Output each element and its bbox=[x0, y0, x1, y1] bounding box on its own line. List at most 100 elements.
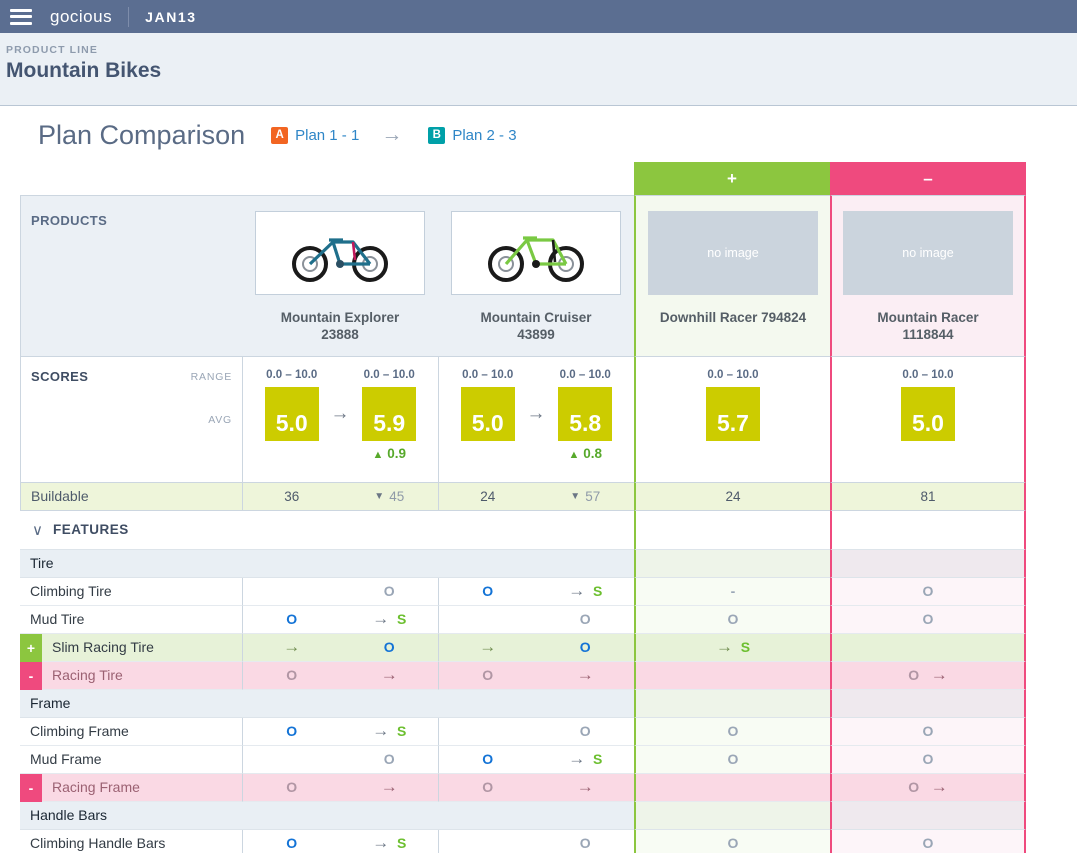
features-header-plan-1 bbox=[438, 510, 634, 550]
feature-plan-cell-1: → O bbox=[438, 633, 634, 662]
feature-marker-after: → bbox=[576, 665, 594, 685]
no-image-text: no image bbox=[902, 246, 954, 260]
feature-product-cell-2: ○ bbox=[634, 773, 830, 802]
buildable-product-2: 24 bbox=[634, 481, 830, 511]
features-header-plan-0 bbox=[242, 510, 438, 550]
feature-row[interactable]: +Slim Racing Tire→O→O→ S○ bbox=[0, 633, 1077, 662]
score-plan-cell-0: 0.0 – 10.0 5.0 → 0.0 – 10.0 5.9 ▲ 0.9 bbox=[242, 355, 438, 482]
feature-group-product-2 bbox=[634, 801, 830, 830]
feature-marker-after: O bbox=[579, 723, 591, 740]
feature-row[interactable]: Climbing Tire O O → S-O bbox=[0, 577, 1077, 606]
features-body: Tire Climbing Tire O O → S - O Mud Tire O → S O O O +… bbox=[0, 549, 1077, 853]
plan-b-label[interactable]: Plan 2 - 3 bbox=[452, 127, 516, 144]
score-delta-1: ▲ 0.8 bbox=[568, 445, 602, 461]
feature-marker-before: O bbox=[286, 611, 298, 628]
plan-b-chip[interactable]: B Plan 2 - 3 bbox=[428, 126, 517, 144]
score-before-1: 0.0 – 10.0 5.0 bbox=[439, 357, 537, 482]
feature-group-product-2 bbox=[634, 689, 830, 718]
plan-a-chip[interactable]: A Plan 1 - 1 bbox=[271, 126, 359, 144]
plan-a-label[interactable]: Plan 1 - 1 bbox=[295, 127, 359, 144]
products-section-label: PRODUCTS bbox=[20, 195, 242, 356]
feature-product-cell-3: O bbox=[830, 745, 1026, 774]
product-thumbnail-2-placeholder: no image bbox=[648, 211, 818, 295]
bike-illustration-icon bbox=[488, 236, 584, 282]
score-range-text: 0.0 – 10.0 bbox=[462, 368, 514, 381]
feature-marker-after: O bbox=[383, 751, 395, 768]
feature-group-label: Handle Bars bbox=[20, 801, 242, 830]
feature-group-plan-1 bbox=[438, 549, 634, 578]
product-name-0: Mountain Explorer 23888 bbox=[280, 310, 400, 343]
feature-product-cell-3: O bbox=[830, 717, 1026, 746]
product-card-2[interactable]: no image Downhill Racer 794824 bbox=[634, 195, 830, 356]
feature-plan-cell-1: O bbox=[438, 829, 634, 853]
feature-group-product-3 bbox=[830, 549, 1026, 578]
row-removed-badge: - bbox=[20, 773, 42, 802]
buildable-before-1: 24 bbox=[480, 488, 496, 504]
score-plan-cell-1: 0.0 – 10.0 5.0 → 0.0 – 10.0 5.8 ▲ 0.8 bbox=[438, 355, 635, 482]
features-label: FEATURES bbox=[52, 522, 129, 538]
features-section-header[interactable]: ∨ FEATURES bbox=[0, 510, 1077, 550]
product-card-3[interactable]: no image Mountain Racer 1118844 bbox=[830, 195, 1026, 356]
feature-marker-before: O bbox=[286, 835, 298, 852]
score-value-2: 5.7 bbox=[706, 386, 760, 441]
feature-plan-cell-1: O → bbox=[438, 661, 634, 690]
plan-comparison-header: Plan Comparison A Plan 1 - 1 → B Plan 2 … bbox=[0, 106, 1077, 162]
score-product-cell-3: 0.0 – 10.0 5.0 bbox=[830, 355, 1026, 482]
feature-product-cell-3: O → bbox=[830, 661, 1026, 690]
feature-row-label: Mud Tire bbox=[20, 606, 242, 634]
feature-product-cell-2: O bbox=[634, 829, 830, 853]
feature-row-label: - Racing Frame bbox=[20, 773, 242, 802]
plan-transition-arrow-icon: → bbox=[381, 123, 403, 146]
feature-group-row: Frame bbox=[0, 689, 1077, 718]
feature-row[interactable]: -Racing FrameO→O→○O → bbox=[0, 773, 1077, 802]
product-card-1[interactable]: Mountain Cruiser 43899 bbox=[438, 195, 634, 356]
feature-marker-before: O bbox=[482, 751, 494, 768]
product-card-0[interactable]: Mountain Explorer 23888 bbox=[242, 195, 438, 356]
score-value-after-0: 5.9 bbox=[362, 386, 417, 441]
row-removed-badge: - bbox=[20, 661, 42, 690]
feature-plan-cell-0: O → S bbox=[242, 829, 438, 853]
feature-row[interactable]: Climbing Frame O → SOOO bbox=[0, 717, 1077, 746]
buildable-plan-1: 24 ▼ 57 bbox=[438, 481, 634, 511]
feature-row[interactable]: Climbing Handle Bars O → SOOO bbox=[0, 829, 1077, 853]
score-after-1: 0.0 – 10.0 5.8 ▲ 0.8 bbox=[537, 357, 635, 482]
feature-row-label: Climbing Tire bbox=[20, 578, 242, 606]
feature-plan-cell-0: O → bbox=[242, 773, 438, 802]
feature-marker-after: → bbox=[576, 777, 594, 797]
feature-group-row: Handle Bars bbox=[0, 801, 1077, 830]
feature-row-label: + Slim Racing Tire bbox=[20, 633, 242, 662]
score-range-text: 0.0 – 10.0 bbox=[707, 368, 759, 381]
range-label: RANGE bbox=[190, 370, 232, 383]
product-line-band: PRODUCT LINE Mountain Bikes bbox=[0, 33, 1077, 106]
feature-marker-after: → S bbox=[372, 833, 407, 853]
feature-product-cell-2: → S bbox=[634, 633, 830, 662]
feature-plan-cell-0: O bbox=[242, 745, 438, 774]
date-tag[interactable]: JAN13 bbox=[129, 9, 197, 25]
features-header-label-cell[interactable]: ∨ FEATURES bbox=[20, 510, 242, 550]
gocious-logo[interactable]: gocious bbox=[50, 7, 128, 27]
feature-group-plan-1 bbox=[438, 801, 634, 830]
feature-product-cell-3: O bbox=[830, 605, 1026, 634]
feature-row[interactable]: -Racing TireO→O→○O → bbox=[0, 661, 1077, 690]
feature-product-cell-2: O bbox=[634, 717, 830, 746]
feature-marker-after: → bbox=[380, 665, 398, 685]
feature-plan-cell-1: O bbox=[438, 717, 634, 746]
removed-product-strip: – bbox=[830, 162, 1026, 195]
feature-product-cell-2: ○ bbox=[634, 661, 830, 690]
buildable-plan-0: 36 ▼ 45 bbox=[242, 481, 438, 511]
feature-row[interactable]: Mud Frame O O → SOO bbox=[0, 745, 1077, 774]
products-row: PRODUCTS Mountain Explorer 23888 Mountai… bbox=[0, 195, 1077, 356]
feature-row[interactable]: Mud Tire O → SOOO bbox=[0, 605, 1077, 634]
feature-plan-cell-1: O bbox=[438, 605, 634, 634]
hamburger-menu-icon[interactable] bbox=[10, 8, 32, 25]
feature-row-label: Mud Frame bbox=[20, 746, 242, 774]
chevron-down-icon[interactable]: ∨ bbox=[32, 521, 43, 539]
product-name-3: Mountain Racer 1118844 bbox=[877, 310, 979, 343]
product-thumbnail-0 bbox=[255, 211, 425, 295]
feature-marker-before: O bbox=[286, 723, 298, 740]
product-thumbnail-1 bbox=[451, 211, 621, 295]
feature-marker-before: O bbox=[482, 779, 494, 796]
feature-marker-after: → S bbox=[372, 609, 407, 629]
feature-row-label: Climbing Frame bbox=[20, 718, 242, 746]
scores-section-label: SCORES RANGE AVG bbox=[20, 355, 242, 482]
